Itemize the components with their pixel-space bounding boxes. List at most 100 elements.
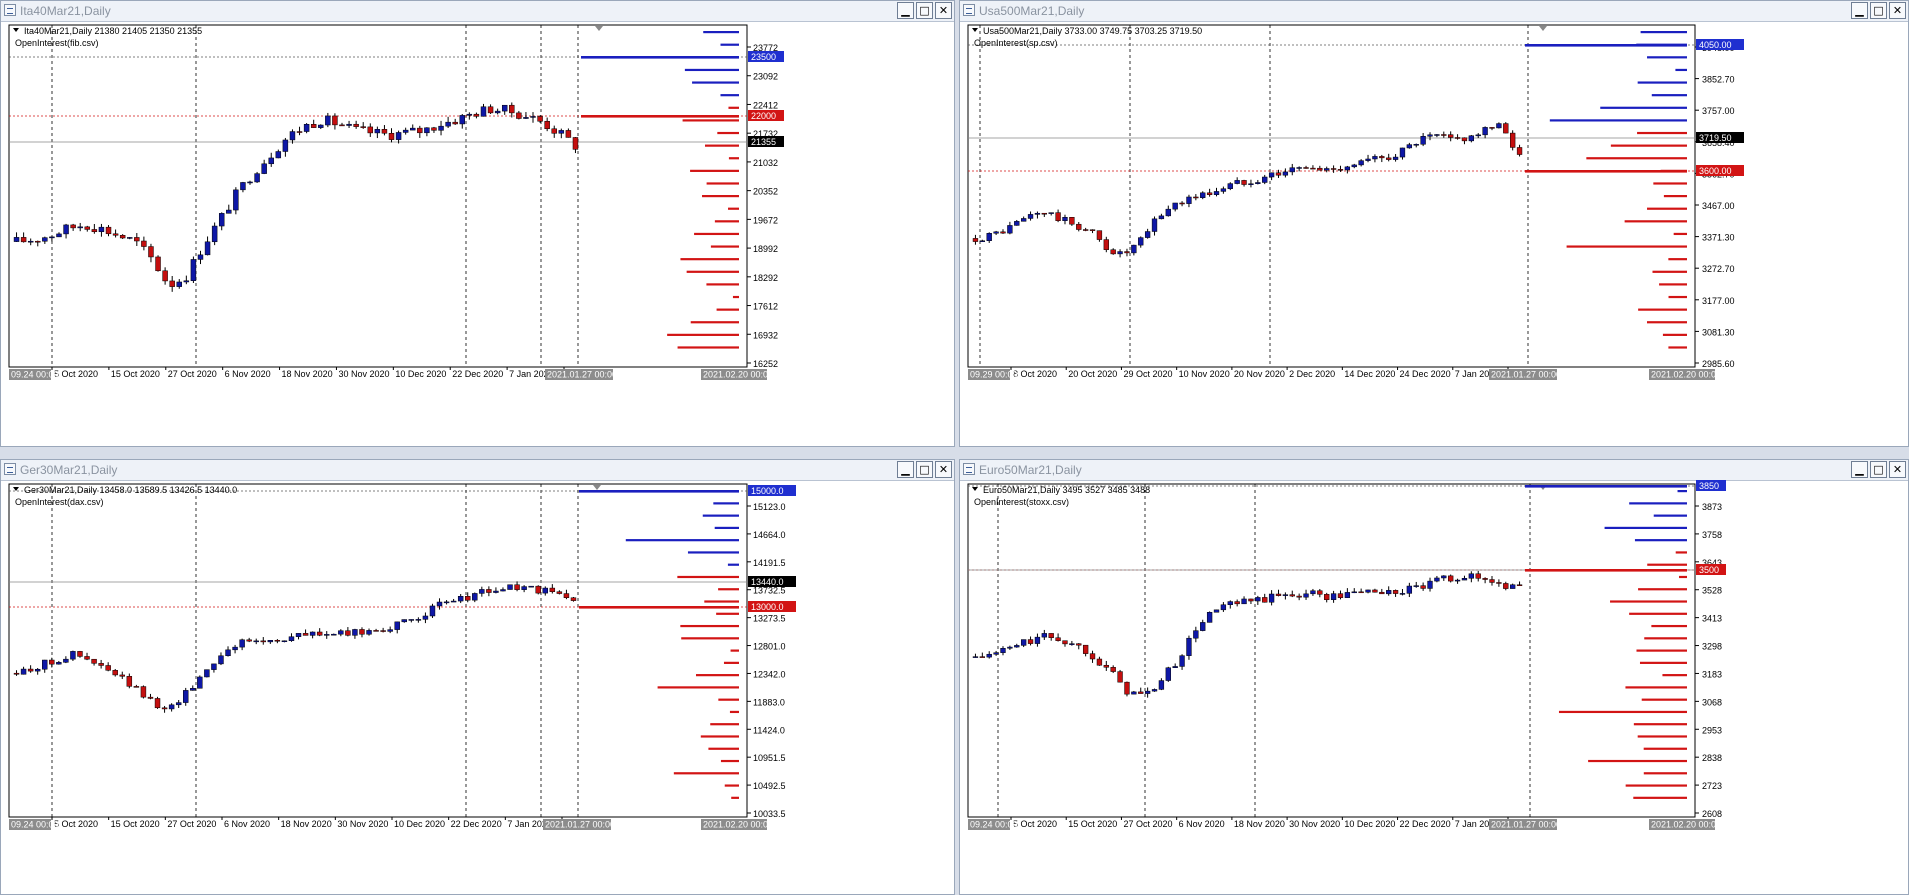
close-button[interactable]: ✕: [1889, 2, 1906, 19]
candle: [565, 130, 572, 138]
x-tick-label: 10 Dec 2020: [395, 369, 446, 379]
candle: [325, 115, 331, 126]
oi-bar-put-max: [1525, 170, 1687, 173]
oi-bar-put: [1647, 563, 1687, 566]
candle: [352, 629, 358, 636]
y-tick-label: 3528: [1702, 586, 1722, 596]
minimize-button[interactable]: ▁: [897, 2, 914, 19]
maximize-button[interactable]: □: [1870, 2, 1887, 19]
candle: [359, 629, 365, 635]
candle: [183, 690, 189, 703]
candle: [148, 246, 154, 258]
candle: [42, 659, 48, 670]
candle: [1144, 231, 1151, 238]
oi-bar-put: [1558, 710, 1687, 714]
chart-window-usa500[interactable]: Usa500Mar21,Daily ▁ □ ✕ 3948.003852.7037…: [959, 0, 1909, 447]
candle: [443, 601, 450, 604]
y-tick-label: 21032: [753, 158, 778, 168]
candle: [190, 259, 197, 281]
time-box-left: 09.24 00:00: [11, 820, 59, 830]
candle: [1268, 593, 1275, 603]
oi-bar-call: [1640, 31, 1687, 34]
chart-window-euro50[interactable]: Euro50Mar21,Daily ▁ □ ✕ 3873 3758 3643 3528…: [959, 459, 1909, 895]
x-tick-label: 15 Oct 2020: [111, 819, 160, 829]
minimize-button[interactable]: ▁: [897, 461, 914, 478]
x-tick-label: 24 Dec 2020: [1400, 369, 1451, 379]
window-title: Ita40Mar21,Daily: [20, 4, 111, 18]
oi-bar-put: [657, 686, 739, 689]
candle: [274, 640, 281, 642]
window-titlebar[interactable]: Euro50Mar21,Daily ▁ □ ✕: [960, 460, 1908, 481]
maximize-button[interactable]: □: [916, 461, 933, 478]
price-chart[interactable]: 2377223092224122173221032203521967218992…: [1, 21, 954, 446]
maximize-button[interactable]: □: [1870, 461, 1887, 478]
candle: [190, 688, 196, 691]
candle: [141, 240, 147, 247]
chart-window-ita40[interactable]: Ita40Mar21,Daily ▁ □ ✕ 23772 23092 22412 21…: [0, 0, 955, 447]
candle: [516, 112, 522, 119]
candle: [260, 640, 266, 643]
candle: [155, 256, 161, 272]
minimize-button[interactable]: ▁: [1851, 461, 1868, 478]
candle: [381, 129, 388, 134]
y-tick-label: 3467.00: [1702, 201, 1735, 211]
candle: [1082, 644, 1089, 654]
candle: [295, 633, 302, 637]
candle: [1144, 690, 1151, 694]
oi-bar-call: [714, 526, 739, 530]
y-tick-label: 3177.00: [1702, 296, 1735, 306]
oi-bar-put: [682, 119, 739, 122]
candle: [275, 151, 282, 159]
candle: [1082, 229, 1089, 231]
oi-bar-call-max: [1525, 485, 1687, 488]
price-chart[interactable]: 3948.003852.703757.003658.403562.703467.…: [960, 21, 1908, 446]
oi-bar-put: [1641, 698, 1687, 701]
close-button[interactable]: ✕: [935, 461, 952, 478]
maximize-button[interactable]: □: [916, 2, 933, 19]
oi-bar-put: [731, 796, 739, 799]
y-tick-label: 20352: [753, 187, 778, 197]
candle: [1206, 612, 1213, 623]
candle: [551, 128, 557, 134]
candle: [183, 280, 190, 283]
window-title: Usa500Mar21,Daily: [979, 4, 1085, 18]
oi-bar-put: [717, 131, 739, 135]
candle: [253, 640, 259, 643]
candle: [1406, 144, 1413, 149]
candle: [1448, 575, 1454, 582]
y-tick-label: 13273.5: [753, 614, 786, 624]
candle: [353, 123, 359, 127]
window-titlebar[interactable]: Ger30Mar21,Daily ▁ □ ✕: [1, 460, 954, 481]
candle: [473, 113, 480, 117]
price-chart[interactable]: 15123.0 14664.0 14191.5 13732.5 13273.5 12801…: [1, 480, 954, 894]
close-button[interactable]: ✕: [1889, 461, 1906, 478]
oi-bar-put: [704, 600, 739, 603]
candle: [119, 235, 126, 239]
candle: [1282, 594, 1289, 596]
candle: [1262, 597, 1268, 603]
minimize-button[interactable]: ▁: [1851, 2, 1868, 19]
y-tick-label: 13732.5: [753, 586, 786, 596]
oi-bar-put: [1638, 308, 1687, 311]
oi-bar-put: [1625, 686, 1687, 689]
y-tick-label: 18992: [753, 244, 778, 254]
candle: [535, 585, 541, 594]
candle: [1379, 591, 1385, 595]
oi-bar-put: [1647, 207, 1687, 210]
chart-window-ger30[interactable]: Ger30Mar21,Daily ▁ □ ✕ 15123.0 14664.0 141…: [0, 459, 955, 895]
candle: [410, 127, 416, 131]
candle: [338, 630, 344, 635]
candle: [318, 124, 324, 128]
candle: [415, 619, 422, 621]
candle: [1248, 598, 1254, 602]
window-titlebar[interactable]: Usa500Mar21,Daily ▁ □ ✕: [960, 1, 1908, 22]
indicator-name: OpenInterest(sp.csv): [974, 38, 1058, 48]
candle: [49, 236, 55, 239]
price-chart[interactable]: 3873375836433528341332983183306829532838…: [960, 480, 1908, 894]
y-tick-label: 14664.0: [753, 530, 786, 540]
window-titlebar[interactable]: Ita40Mar21,Daily ▁ □ ✕: [1, 1, 954, 22]
close-button[interactable]: ✕: [935, 2, 952, 19]
candle: [979, 240, 985, 242]
oi-bar-put: [1663, 195, 1687, 198]
candle: [563, 593, 570, 599]
